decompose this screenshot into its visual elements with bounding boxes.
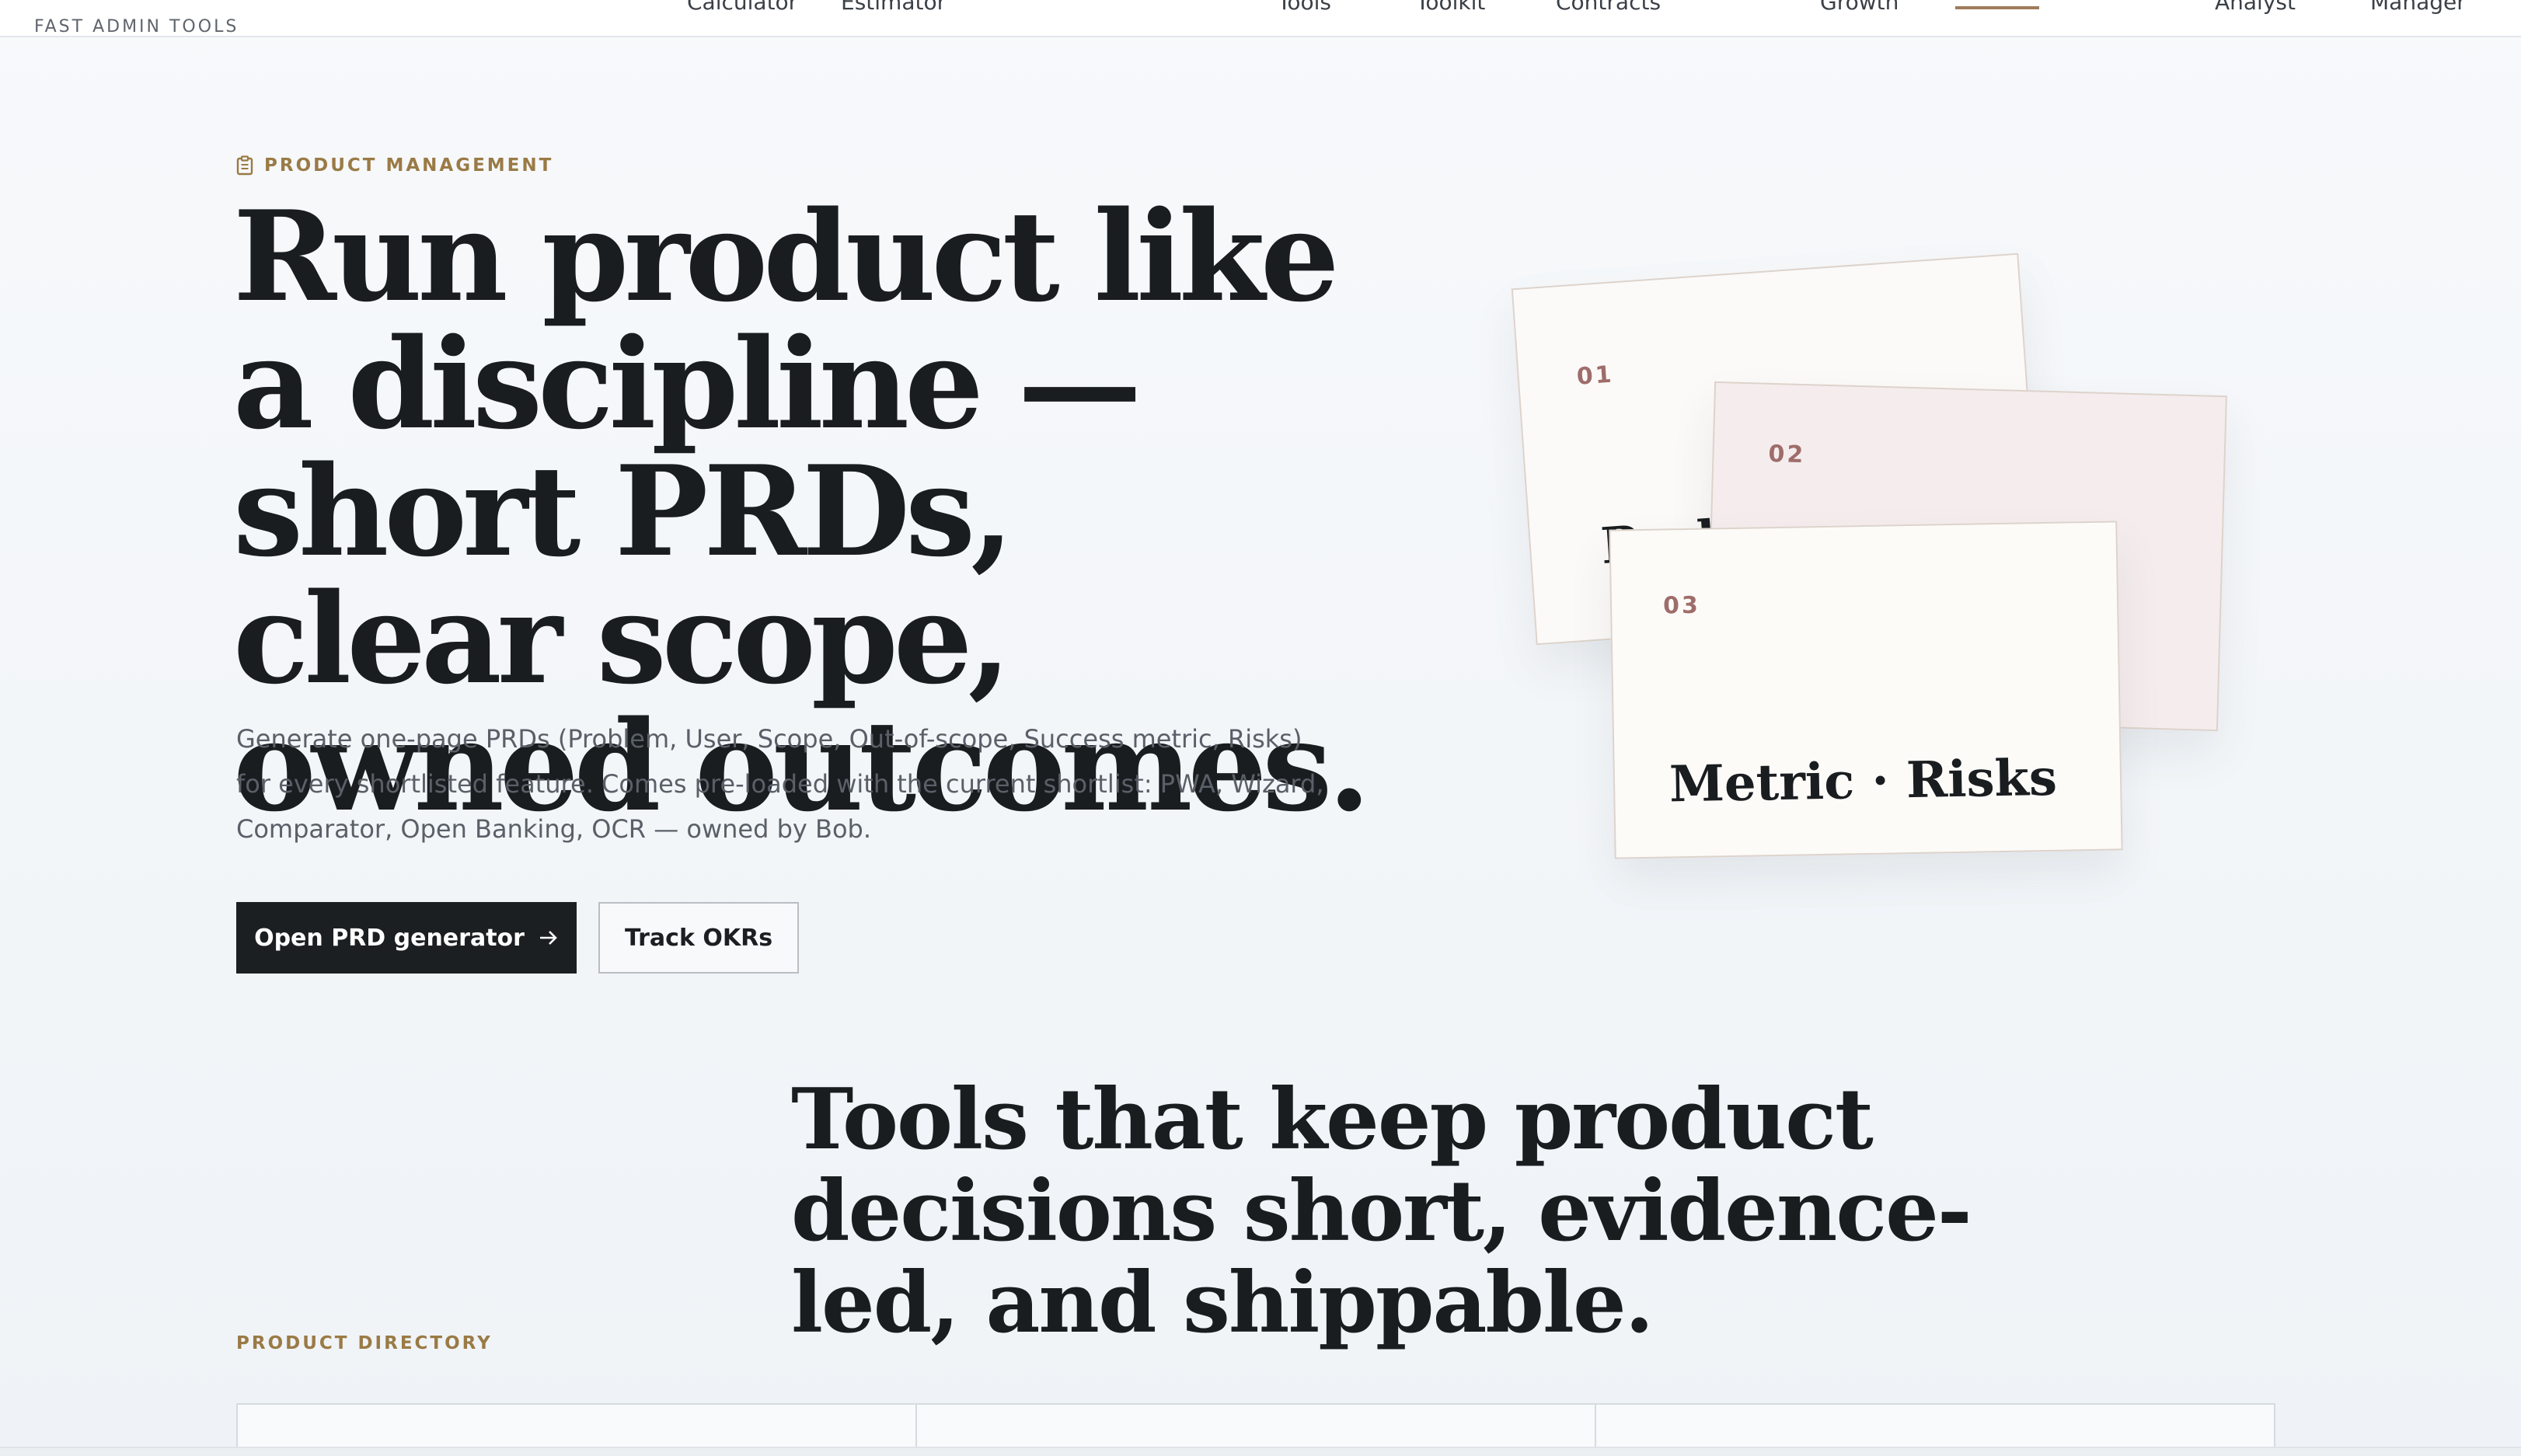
- clipboard-icon: [236, 155, 253, 176]
- section-eyebrow: PRODUCT DIRECTORY: [236, 1333, 493, 1353]
- nav-item-calculator[interactable]: Calculator: [687, 0, 797, 15]
- nav-item-growth[interactable]: Growth: [1820, 0, 1899, 15]
- nav-item-estimator[interactable]: Estimator: [841, 0, 946, 15]
- hero-subtitle: Generate one-page PRDs (Problem, User, S…: [236, 724, 1324, 844]
- brand-logo[interactable]: FAST ADMIN TOOLS: [34, 17, 239, 37]
- nav-item-manager[interactable]: Manager: [2370, 0, 2466, 15]
- open-prd-generator-button[interactable]: Open PRD generator: [236, 902, 577, 974]
- hero-eyebrow-label: PRODUCT MANAGEMENT: [264, 155, 554, 176]
- section-title: Tools that keep product decisions short,…: [791, 1071, 1972, 1352]
- card-number: 01: [1575, 361, 1615, 391]
- card-number: 02: [1768, 440, 1806, 469]
- top-nav-bar: FAST ADMIN TOOLS Calculator Estimator To…: [0, 0, 2521, 37]
- nav-item-toolkit[interactable]: Toolkit: [1416, 0, 1485, 15]
- card-title: Metric · Risks: [1668, 748, 2058, 814]
- prd-card-metric-risks: 03 Metric · Risks: [1609, 521, 2123, 859]
- nav-item-analyst[interactable]: Analyst: [2215, 0, 2296, 15]
- viewport-bottom-edge: [0, 1447, 2521, 1456]
- nav-item-tools[interactable]: Tools: [1278, 0, 1331, 15]
- arrow-right-icon: [539, 931, 557, 945]
- card-number: 03: [1662, 591, 1701, 620]
- nav-item-contracts[interactable]: Contracts: [1556, 0, 1661, 15]
- open-prd-generator-label: Open PRD generator: [254, 924, 525, 952]
- hero-eyebrow: PRODUCT MANAGEMENT: [236, 155, 553, 176]
- track-okrs-button[interactable]: Track OKRs: [598, 902, 799, 974]
- nav-active-indicator: [1955, 6, 2039, 9]
